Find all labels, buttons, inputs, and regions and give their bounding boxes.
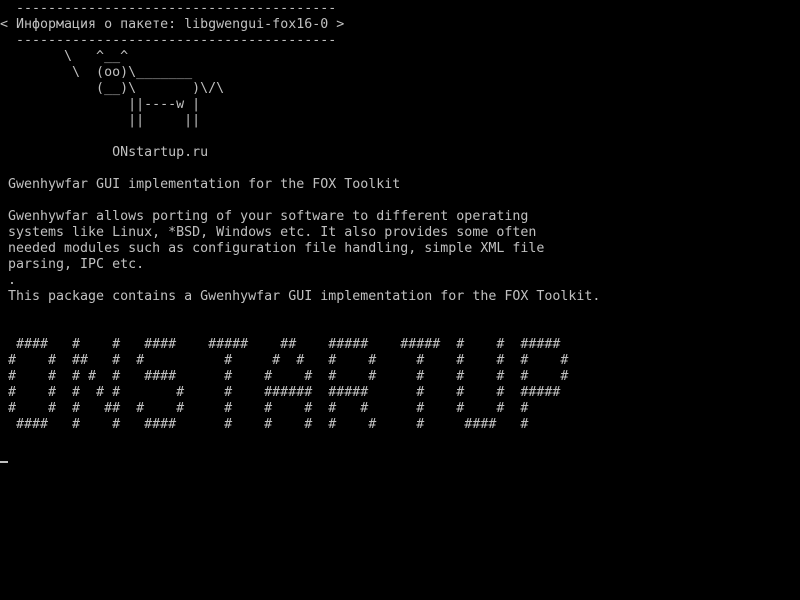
text-cursor: [0, 461, 8, 463]
description-line: Gwenhywfar allows porting of your softwa…: [8, 209, 529, 224]
terminal-screen[interactable]: ----------------------------------------…: [0, 0, 800, 600]
package-summary: Gwenhywfar GUI implementation for the FO…: [8, 177, 401, 192]
ascii-banner-line: # # # # # # # ###### ##### # # # #####: [8, 385, 561, 400]
cow-art-line: || ||: [8, 113, 201, 128]
description-line: needed modules such as configuration fil…: [8, 241, 545, 256]
cow-art-line: \ ^__^: [8, 49, 129, 64]
description-line: systems like Linux, *BSD, Windows etc. I…: [8, 225, 537, 240]
cow-art-line: \ (oo)\_______: [8, 65, 193, 80]
cow-art-line: (__)\ )\/\: [8, 81, 225, 96]
cow-art-line: ||----w |: [8, 97, 201, 112]
ascii-banner-line: #### # # #### # # # # # # #### #: [8, 417, 529, 432]
ascii-banner-line: # # # # # #### # # # # # # # # # #: [8, 369, 569, 384]
site-label: ONstartup.ru: [8, 145, 209, 160]
ascii-banner-line: # # # ## # # # # # # # # # # #: [8, 401, 529, 416]
cowsay-border-top: ----------------------------------------: [8, 1, 337, 16]
package-note: This package contains a Gwenhywfar GUI i…: [8, 289, 601, 304]
cowsay-title: < Информация о пакете: libgwengui-fox16-…: [0, 17, 345, 32]
ascii-banner-line: #### # # #### ##### ## ##### ##### # # #…: [8, 337, 561, 352]
description-separator: .: [8, 273, 17, 288]
description-line: parsing, IPC etc.: [8, 257, 145, 272]
cowsay-border-bottom: ----------------------------------------: [8, 33, 337, 48]
ascii-banner-line: # # ## # # # # # # # # # # # #: [8, 353, 569, 368]
